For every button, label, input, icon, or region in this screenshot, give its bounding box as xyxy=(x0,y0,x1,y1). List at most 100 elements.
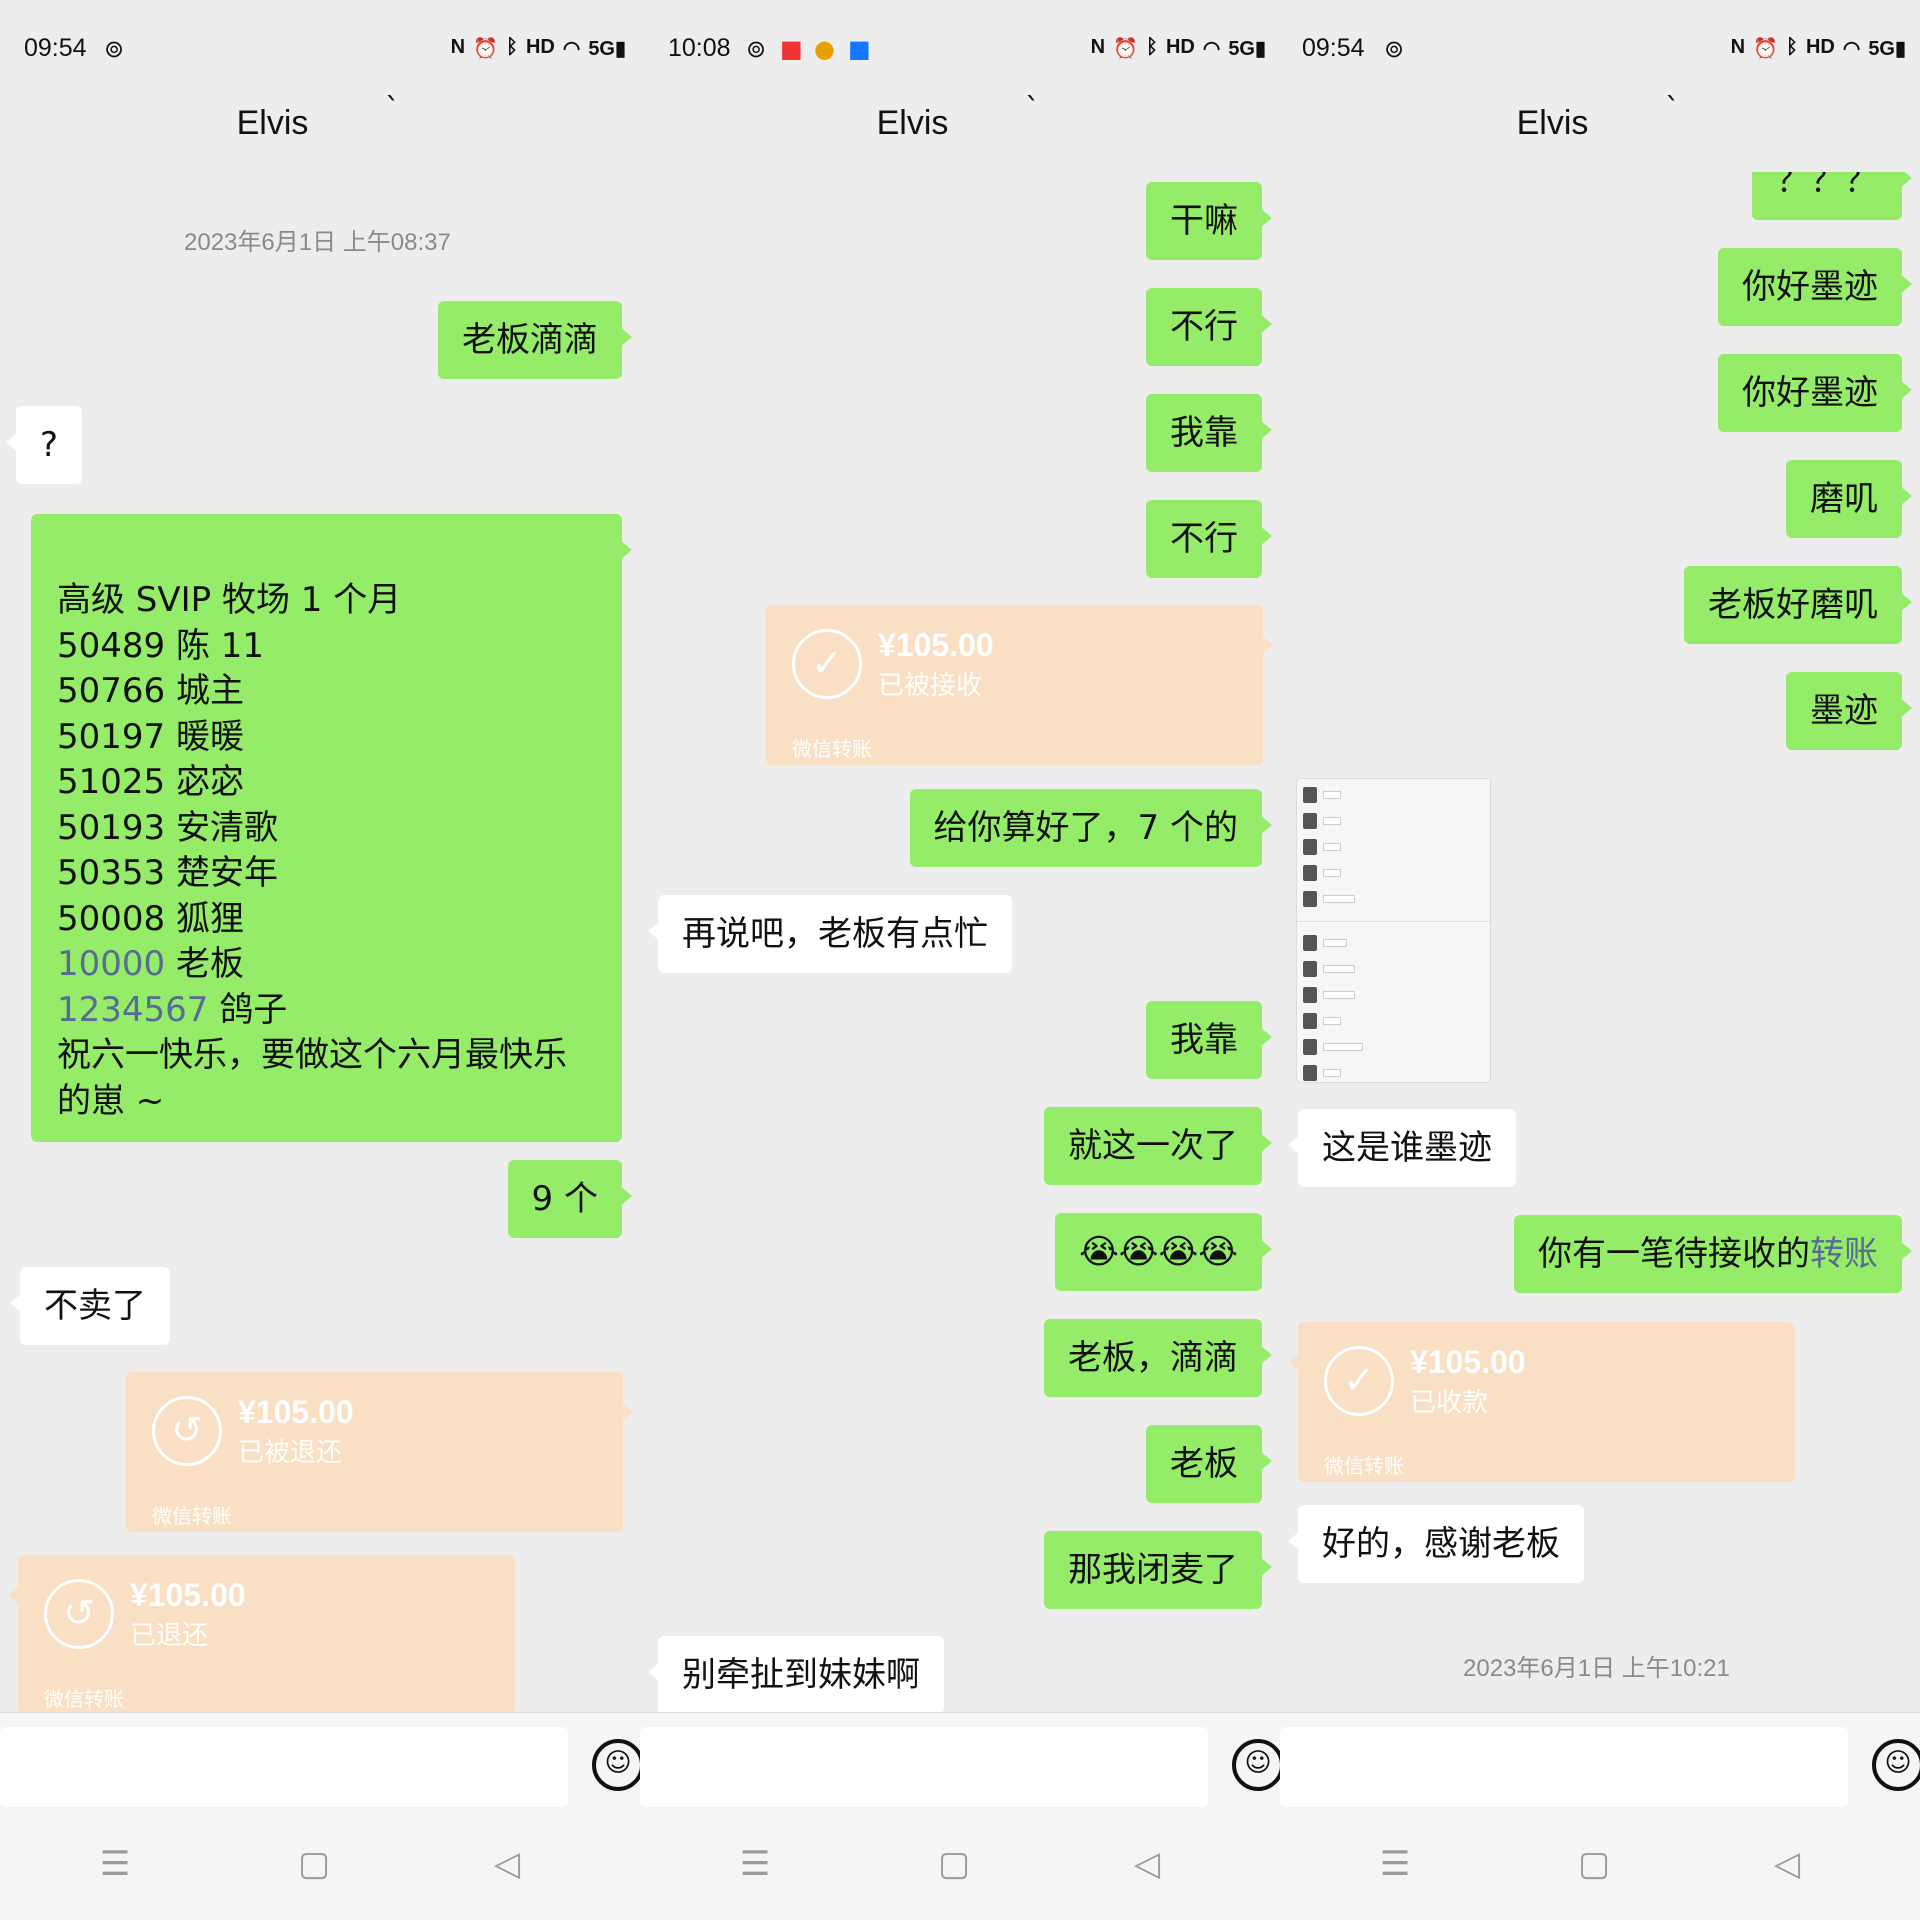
back-icon[interactable]: ◁ xyxy=(1774,1844,1800,1884)
transfer-amount: ¥105.00 xyxy=(878,627,994,663)
status-time: 09:54 xyxy=(1302,34,1365,62)
message-list[interactable]: 干嘛 不行 我靠 不行 ✓ ¥105.00 已被接收 微信转账 给你算好了，7 … xyxy=(640,172,1280,1712)
transfer-card[interactable]: ↺ ¥105.00 已退还 微信转账 xyxy=(8,1555,515,1712)
received-message[interactable]: 别牵扯到妹妹啊 xyxy=(648,1636,944,1712)
header-mark: ` xyxy=(1025,92,1040,127)
app-notification-icon: ■ xyxy=(780,35,803,63)
sent-message[interactable]: 那我闭麦了 xyxy=(1044,1531,1272,1609)
nfc-icon: N xyxy=(1730,36,1746,58)
phone-link[interactable]: 10000 xyxy=(57,944,165,984)
thumb-row xyxy=(1303,1039,1363,1055)
sent-message[interactable]: 你好墨迹 xyxy=(1718,354,1912,432)
message-list[interactable]: ？？？ 你好墨迹 你好墨迹 磨叽 老板好磨叽 墨迹 这是谁墨迹 你有一笔待接收的… xyxy=(1280,172,1920,1712)
status-bar: 10:08 ⊚ ■ ● ■ N ⏰ ᛒ HD ◠ 5G▮ xyxy=(640,0,1280,100)
list-text: 老板 xyxy=(175,944,244,984)
bluetooth-icon: ᛒ xyxy=(1145,36,1158,58)
sent-message[interactable]: 墨迹 xyxy=(1786,672,1912,750)
transfer-amount: ¥105.00 xyxy=(238,1394,354,1430)
menu-icon[interactable]: ☰ xyxy=(100,1844,130,1884)
sent-message[interactable]: 给你算好了，7 个的 xyxy=(909,789,1273,867)
transfer-link[interactable]: 转账 xyxy=(1810,1234,1878,1274)
sent-message-list[interactable]: 高级 SVIP 牧场 1 个月 50489 陈 11 50766 城主 5019… xyxy=(31,514,632,1142)
home-icon[interactable]: ▢ xyxy=(1578,1844,1610,1884)
sent-message[interactable]: ？？？ xyxy=(1752,172,1912,220)
message-input[interactable] xyxy=(0,1727,568,1807)
back-icon[interactable]: ◁ xyxy=(1134,1844,1160,1884)
alarm-icon: ⏰ xyxy=(1753,38,1778,60)
contact-name[interactable]: Elvis xyxy=(1280,104,1825,143)
sent-message[interactable]: 老板 xyxy=(1146,1425,1272,1503)
return-icon: ↺ xyxy=(152,1396,222,1466)
sent-message[interactable]: 不行 xyxy=(1146,288,1272,366)
home-icon[interactable]: ▢ xyxy=(298,1844,330,1884)
emoji-icon[interactable]: ☺ xyxy=(1232,1739,1280,1791)
sent-message[interactable]: 老板好磨叽 xyxy=(1684,566,1912,644)
transfer-card[interactable]: ✓ ¥105.00 已被接收 微信转账 xyxy=(766,605,1273,765)
message-list[interactable]: 2023年6月1日 上午08:37 老板滴滴 ? 高级 SVIP 牧场 1 个月… xyxy=(0,172,640,1712)
nav-bar: ☰ ▢ ◁ xyxy=(640,1816,1280,1920)
signal-5g-icon: 5G▮ xyxy=(1228,38,1266,60)
thumb-row xyxy=(1303,891,1355,907)
signal-5g-icon: 5G▮ xyxy=(588,38,626,60)
input-bar: ☺ xyxy=(1280,1712,1920,1816)
home-icon[interactable]: ▢ xyxy=(938,1844,970,1884)
sent-message[interactable]: 磨叽 xyxy=(1786,460,1912,538)
thumb-divider xyxy=(1297,921,1490,922)
transfer-card[interactable]: ✓ ¥105.00 已收款 微信转账 xyxy=(1288,1322,1795,1482)
contact-name[interactable]: Elvis xyxy=(0,104,545,143)
received-message[interactable]: 这是谁墨迹 xyxy=(1288,1109,1516,1187)
input-bar: ☺ xyxy=(640,1712,1280,1816)
sent-message[interactable]: 我靠 xyxy=(1146,1001,1272,1079)
received-message[interactable]: 好的，感谢老板 xyxy=(1288,1505,1584,1583)
app-notification-icon: ⊚ xyxy=(1384,35,1405,63)
nfc-icon: N xyxy=(450,36,466,58)
status-icons: N ⏰ ᛒ HD ◠ 5G▮ xyxy=(451,36,626,61)
sent-message[interactable]: 你好墨迹 xyxy=(1718,248,1912,326)
check-icon: ✓ xyxy=(1324,1346,1394,1416)
transfer-footer: 微信转账 xyxy=(1324,1454,1404,1478)
emoji-icon[interactable]: ☺ xyxy=(592,1739,640,1791)
wifi-icon: ◠ xyxy=(1202,38,1221,60)
screenshot-thumbnail[interactable] xyxy=(1296,778,1491,1083)
sent-message[interactable]: 就这一次了 xyxy=(1044,1107,1272,1185)
bluetooth-icon: ᛒ xyxy=(505,36,518,58)
thumb-row xyxy=(1303,987,1355,1003)
list-line: 的崽 ~ xyxy=(57,1080,165,1121)
thumb-row xyxy=(1303,839,1341,855)
hd-icon: HD xyxy=(525,36,555,58)
contact-name[interactable]: Elvis xyxy=(640,104,1185,143)
menu-icon[interactable]: ☰ xyxy=(1380,1844,1410,1884)
message-input[interactable] xyxy=(1280,1727,1848,1807)
menu-icon[interactable]: ☰ xyxy=(740,1844,770,1884)
sent-message[interactable]: 干嘛 xyxy=(1146,182,1272,260)
thumb-row xyxy=(1303,865,1341,881)
thumb-row xyxy=(1303,961,1355,977)
sent-message[interactable]: 老板滴滴 xyxy=(438,301,632,379)
sent-message[interactable]: 我靠 xyxy=(1146,394,1272,472)
back-icon[interactable]: ◁ xyxy=(494,1844,520,1884)
sent-message[interactable]: 不行 xyxy=(1146,500,1272,578)
sent-message[interactable]: 😭😭😭😭 xyxy=(1055,1213,1272,1291)
header-mark: ` xyxy=(1665,92,1680,127)
thumb-row xyxy=(1303,813,1341,829)
received-message[interactable]: 再说吧，老板有点忙 xyxy=(648,895,1012,973)
received-message[interactable]: ? xyxy=(5,406,83,484)
wifi-icon: ◠ xyxy=(562,38,581,60)
alarm-icon: ⏰ xyxy=(473,38,498,60)
transfer-footer: 微信转账 xyxy=(44,1687,124,1711)
nav-bar: ☰ ▢ ◁ xyxy=(0,1816,640,1920)
check-icon: ✓ xyxy=(792,629,862,699)
phone-link[interactable]: 1234567 xyxy=(57,990,208,1030)
emoji-icon[interactable]: ☺ xyxy=(1872,1739,1920,1791)
sent-message[interactable]: 9 个 xyxy=(507,1160,633,1238)
sent-message[interactable]: 老板，滴滴 xyxy=(1044,1319,1272,1397)
wifi-icon: ◠ xyxy=(1842,38,1861,60)
sent-message[interactable]: 你有一笔待接收的转账 xyxy=(1514,1215,1912,1293)
chat-timestamp: 2023年6月1日 上午10:21 xyxy=(1463,1655,1730,1682)
transfer-card[interactable]: ↺ ¥105.00 已被退还 微信转账 xyxy=(126,1372,633,1532)
list-line: 50008 狐狸 xyxy=(57,898,244,939)
thumb-row xyxy=(1303,1013,1341,1029)
chat-header: Elvis ` xyxy=(1280,92,1920,172)
received-message[interactable]: 不卖了 xyxy=(10,1267,170,1345)
message-input[interactable] xyxy=(640,1727,1208,1807)
